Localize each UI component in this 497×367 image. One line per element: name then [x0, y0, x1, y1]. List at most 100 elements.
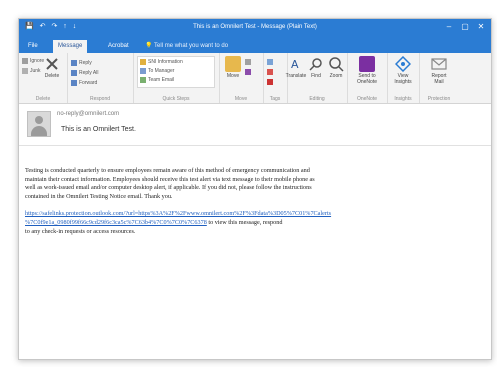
forward-button[interactable]: Forward	[71, 79, 97, 87]
quicksteps-group: SNI Information To Manager Team Email Qu…	[133, 53, 220, 103]
envelope-icon	[267, 58, 273, 65]
body-line: maintain their contact information. Empl…	[25, 175, 315, 183]
follow-up-button[interactable]	[267, 78, 275, 86]
ribbon-tabs: File Message Acrobat 💡 Tell me what you …	[19, 37, 491, 53]
quickstep-icon	[140, 76, 146, 83]
view-insights-button[interactable]: View Insights	[392, 55, 414, 85]
find-icon	[308, 56, 324, 72]
svg-text:A: A	[291, 58, 299, 71]
onenote-move-button[interactable]	[245, 68, 253, 76]
translate-label: Translate	[285, 73, 307, 79]
respond-group-label: Respond	[89, 96, 110, 102]
message-link[interactable]: https://safelinks.protection.outlook.com…	[25, 210, 331, 217]
quickstep-icon	[140, 58, 146, 65]
report-mail-button[interactable]: Report Mail	[428, 56, 450, 85]
lightbulb-icon: 💡	[145, 43, 155, 49]
find-label: Find	[311, 73, 321, 79]
insights-icon	[394, 55, 412, 73]
ribbon: Ignore Junk Delete Delete Reply Reply Al…	[19, 53, 491, 104]
move-button[interactable]: Move	[222, 56, 244, 79]
sender-avatar	[27, 111, 51, 137]
category-icon	[267, 68, 273, 75]
flag-icon	[267, 78, 273, 85]
tab-message[interactable]: Message	[53, 40, 88, 53]
move-group-label: Move	[234, 96, 248, 102]
move-label: Move	[226, 73, 240, 79]
tab-file[interactable]: File	[23, 40, 43, 53]
zoom-icon	[328, 56, 344, 72]
reply-all-label: Reply All	[79, 70, 99, 76]
find-button[interactable]: Find	[305, 56, 327, 79]
insights-group-label: Insights	[394, 96, 412, 102]
close-button[interactable]: ✕	[475, 21, 487, 33]
body-line: well as work-issued email and/or compute…	[25, 184, 312, 192]
reply-all-button[interactable]: Reply All	[71, 69, 98, 77]
send-to-onenote-button[interactable]: Send to OneNote	[356, 56, 378, 85]
body-paragraph: Testing is conducted quarterly to ensure…	[25, 167, 491, 201]
reply-icon	[71, 59, 77, 66]
junk-button[interactable]: Junk	[22, 67, 41, 75]
respond-group: Reply Reply All Forward Respond	[67, 53, 134, 103]
delete-group: Ignore Junk Delete Delete	[19, 53, 68, 103]
move-group: Move Move	[219, 53, 264, 103]
minimize-button[interactable]: –	[443, 21, 455, 33]
ignore-icon	[22, 57, 28, 64]
avatar-body	[31, 126, 47, 136]
view-insights-label: View Insights	[394, 73, 412, 85]
onenote-group-label: OneNote	[356, 96, 377, 102]
delete-x-icon	[44, 56, 60, 72]
sender-address[interactable]: no-reply@omnilert.com	[57, 111, 119, 117]
body-line: Testing is conducted quarterly to ensure…	[25, 167, 310, 174]
body-line: contained in the Omnilert Testing Notice…	[25, 192, 173, 200]
junk-label: Junk	[30, 68, 41, 74]
editing-group: A Translate Find Zoom Editing	[285, 53, 348, 103]
zoom-label: Zoom	[329, 73, 343, 79]
reply-button[interactable]: Reply	[71, 59, 92, 67]
delete-button[interactable]: Delete	[41, 56, 63, 79]
send-to-onenote-label: Send to OneNote	[356, 73, 377, 85]
after-link-text: to any check-in requests or access resou…	[25, 227, 136, 235]
categorize-button[interactable]	[267, 68, 275, 76]
quicksteps-group-label: Quick Steps	[162, 96, 190, 102]
protection-group-label: Protection	[427, 96, 451, 102]
quickstep-item[interactable]: SNI Information	[140, 58, 183, 66]
delete-group-label: Delete	[35, 96, 51, 102]
header-divider	[19, 145, 491, 146]
tab-acrobat[interactable]: Acrobat	[103, 40, 134, 53]
quicksteps-gallery: SNI Information To Manager Team Email	[137, 56, 215, 88]
tags-group-label: Tags	[269, 96, 281, 102]
quickstep-icon	[140, 67, 146, 74]
mark-unread-button[interactable]	[267, 58, 275, 66]
translate-icon: A	[288, 56, 304, 72]
onenote-small-icon	[245, 68, 251, 75]
zoom-button[interactable]: Zoom	[325, 56, 347, 79]
quickstep-label: Team Email	[148, 77, 175, 83]
quickstep-label: To Manager	[148, 68, 175, 74]
message-body: Testing is conducted quarterly to ensure…	[25, 167, 491, 245]
quickstep-item[interactable]: To Manager	[140, 67, 174, 75]
onenote-icon	[359, 56, 375, 72]
quickstep-item[interactable]: Team Email	[140, 76, 174, 84]
window-title: This is an Omnilert Test - Message (Plai…	[193, 24, 317, 30]
forward-icon	[71, 79, 77, 86]
insights-group: View Insights Insights	[387, 53, 420, 103]
link-tail-text: to view this message, respond	[206, 218, 283, 226]
delete-label: Delete	[44, 73, 60, 79]
translate-button[interactable]: A Translate	[285, 56, 307, 79]
title-bar: 💾 ↶ ↷ ↑ ↓ This is an Omnilert Test - Mes…	[19, 19, 491, 37]
report-mail-icon	[431, 56, 447, 72]
tell-me-label: Tell me what you want to do	[154, 43, 229, 49]
onenote-group: Send to OneNote OneNote	[347, 53, 388, 103]
reply-all-icon	[71, 69, 77, 76]
tell-me-box[interactable]: 💡 Tell me what you want to do	[145, 40, 228, 53]
quickstep-label: SNI Information	[148, 59, 183, 65]
rules-button[interactable]	[245, 58, 253, 66]
message-header: no-reply@omnilert.com This is an Omniler…	[19, 105, 491, 145]
message-subject: This is an Omnilert Test.	[61, 126, 136, 133]
maximize-button[interactable]: ▢	[459, 21, 471, 33]
avatar-head	[35, 116, 43, 124]
rules-icon	[245, 58, 251, 65]
junk-icon	[22, 67, 28, 74]
message-window: 💾 ↶ ↷ ↑ ↓ This is an Omnilert Test - Mes…	[18, 18, 492, 360]
message-link-continued[interactable]: %7C0f9e1a_0980f99f66c9cd29f6c3ca5c%7C63b…	[25, 219, 207, 226]
